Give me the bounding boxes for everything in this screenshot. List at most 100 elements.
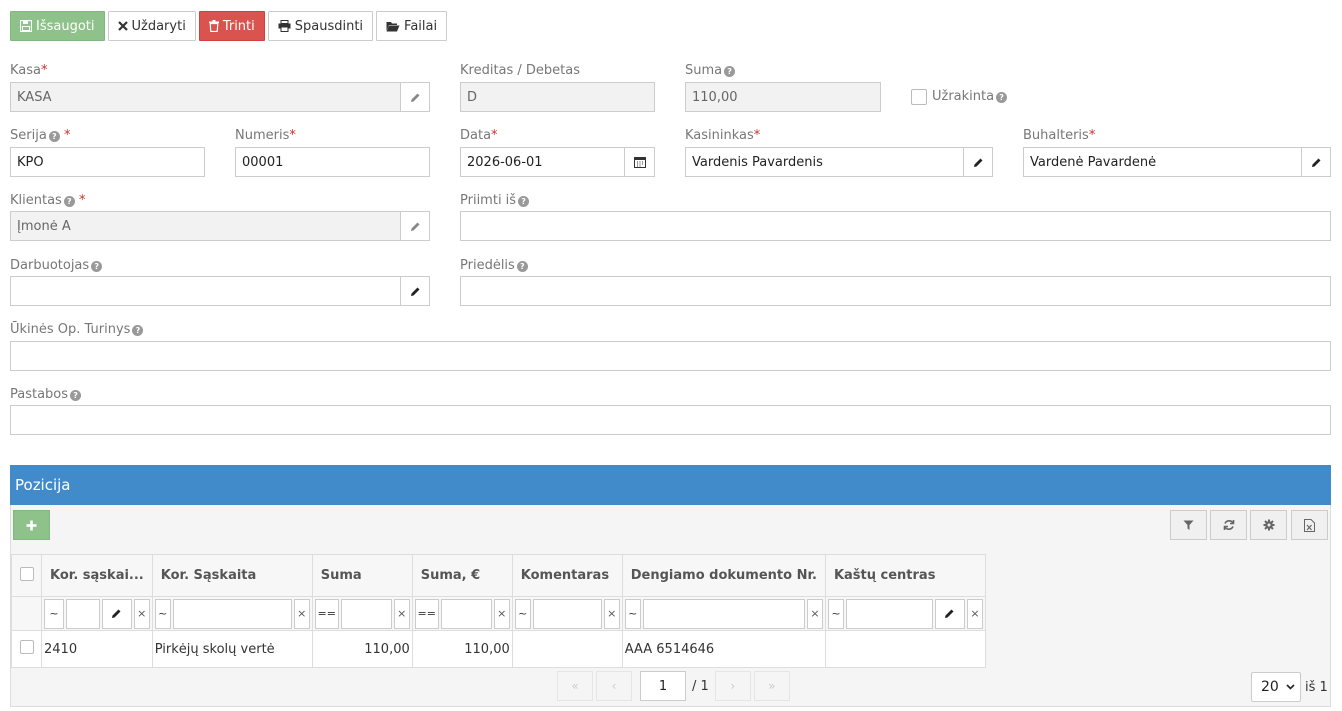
kreditas-debetas-label: Kreditas / Debetas: [460, 63, 581, 78]
col-header-kastu-centras[interactable]: Kaštų centras: [824, 554, 986, 597]
chevron-down-icon: [1286, 684, 1295, 690]
col-header-dengiamo-nr[interactable]: Dengiamo dokumento Nr.: [621, 554, 826, 597]
plus-icon: [26, 520, 37, 530]
filter-input-komentaras[interactable]: [532, 598, 602, 629]
gear-icon: [1263, 519, 1274, 531]
help-icon: ?: [518, 196, 530, 207]
numeris-label: Numeris*: [235, 128, 296, 143]
add-row-button[interactable]: [13, 510, 50, 540]
refresh-button[interactable]: [1210, 510, 1247, 540]
filter-clear-suma[interactable]: ×: [393, 598, 410, 629]
priimti-is-input[interactable]: [460, 211, 1331, 241]
buhalteris-edit-button[interactable]: [1301, 147, 1331, 177]
ukines-op-input[interactable]: [10, 341, 1331, 371]
filter-clear-kastu-centras[interactable]: ×: [966, 598, 983, 629]
buhalteris-label: Buhalteris*: [1023, 128, 1096, 143]
filter-op-suma-eur[interactable]: ==: [414, 598, 439, 629]
filter-op-kor-saskaita[interactable]: ~: [154, 598, 171, 629]
klientas-input[interactable]: Įmonė A: [10, 211, 401, 241]
cell-kastu-centras: [824, 630, 986, 668]
page-number-input[interactable]: 1: [640, 671, 686, 701]
filter-edit-button[interactable]: [934, 598, 965, 629]
cell-suma-eur: 110,00: [411, 630, 513, 668]
klientas-edit-button[interactable]: [400, 211, 430, 241]
filter-input-kor-sask[interactable]: [66, 598, 100, 629]
pastabos-input[interactable]: [10, 405, 1331, 435]
files-button[interactable]: Failai: [376, 11, 448, 41]
filter-input-kor-saskaita[interactable]: [172, 598, 292, 629]
prev-page-button[interactable]: ‹: [596, 671, 632, 701]
filter-button[interactable]: [1170, 510, 1207, 540]
close-icon: [117, 21, 128, 31]
calendar-button[interactable]: [624, 147, 655, 177]
filter-op-kor-sask[interactable]: ~: [44, 598, 64, 629]
col-header-kor-saskaita[interactable]: Kor. Sąskaita: [151, 554, 313, 597]
filter-input-suma-eur[interactable]: [440, 598, 492, 629]
numeris-input[interactable]: 00001: [235, 147, 430, 177]
help-icon: ?: [48, 131, 60, 142]
col-header-suma-eur[interactable]: Suma, €: [411, 554, 513, 597]
last-page-button[interactable]: »: [753, 671, 790, 701]
table-row[interactable]: 2410 Pirkėjų skolų vertė 110,00 110,00 A…: [11, 630, 986, 668]
kasa-edit-button[interactable]: [400, 82, 430, 112]
filter-edit-button[interactable]: [101, 598, 132, 629]
settings-button[interactable]: [1250, 510, 1287, 540]
kreditas-debetas-input[interactable]: D: [460, 82, 655, 112]
kasa-input[interactable]: KASA: [10, 82, 401, 112]
files-button-label: Failai: [404, 18, 438, 34]
filter-clear-kor-saskaita[interactable]: ×: [293, 598, 310, 629]
select-all-checkbox[interactable]: [19, 566, 34, 581]
uzrakinta-checkbox[interactable]: [911, 89, 927, 105]
help-icon: ?: [724, 66, 736, 77]
filter-icon: [1183, 520, 1194, 530]
grid-header-row: Kor. sąskai... Kor. Sąskaita Suma Suma, …: [11, 554, 986, 597]
filter-input-kastu-centras[interactable]: [845, 598, 933, 629]
filter-input-suma[interactable]: [340, 598, 392, 629]
col-header-komentaras[interactable]: Komentaras: [511, 554, 623, 597]
priedelis-input[interactable]: [460, 276, 1331, 306]
next-page-button[interactable]: ›: [714, 671, 751, 701]
darbuotojas-input[interactable]: [10, 276, 401, 306]
toolbar: Išsaugoti Uždaryti Trinti Spausdinti Fai…: [10, 11, 448, 41]
data-input[interactable]: 2026-06-01: [460, 147, 625, 177]
filter-op-komentaras[interactable]: ~: [514, 598, 531, 629]
panel-header: Pozicija: [10, 465, 1331, 505]
kasininkas-edit-button[interactable]: [963, 147, 993, 177]
export-excel-button[interactable]: [1291, 510, 1328, 540]
priimti-is-label: Priimti iš?: [460, 193, 530, 209]
first-page-button[interactable]: «: [557, 671, 593, 701]
filter-op-kastu-centras[interactable]: ~: [827, 598, 844, 629]
filter-clear-suma-eur[interactable]: ×: [493, 598, 510, 629]
row-checkbox[interactable]: [19, 640, 34, 654]
row-select-cell: [11, 630, 42, 668]
col-header-kor-sask[interactable]: Kor. sąskai...: [41, 554, 153, 597]
filter-clear-kor-sask[interactable]: ×: [133, 598, 150, 629]
suma-input[interactable]: 110,00: [685, 82, 881, 112]
filter-clear-komentaras[interactable]: ×: [603, 598, 620, 629]
panel-title: Pozicija: [15, 476, 71, 494]
delete-button[interactable]: Trinti: [198, 11, 265, 41]
filter-clear-dengiamo-nr[interactable]: ×: [806, 598, 823, 629]
calendar-icon: [633, 157, 646, 168]
col-header-suma[interactable]: Suma: [311, 554, 413, 597]
filter-op-dengiamo-nr[interactable]: ~: [624, 598, 641, 629]
close-button-label: Uždaryti: [131, 18, 186, 34]
help-icon: ?: [132, 325, 144, 336]
kasininkas-input[interactable]: Vardenis Pavardenis: [685, 147, 964, 177]
filter-input-dengiamo-nr[interactable]: [642, 598, 805, 629]
save-button[interactable]: Išsaugoti: [10, 11, 105, 41]
filter-op-suma[interactable]: ==: [314, 598, 339, 629]
grid-filter-row: ~ × ~ × == × == × ~ × ~ × ~ ×: [11, 596, 986, 631]
buhalteris-input[interactable]: Vardenė Pavardenė: [1023, 147, 1302, 177]
cell-dengiamo-nr: AAA 6514646: [621, 630, 826, 668]
close-button[interactable]: Uždaryti: [107, 11, 196, 41]
data-label: Data*: [460, 128, 498, 143]
darbuotojas-edit-button[interactable]: [400, 276, 430, 306]
refresh-icon: [1223, 520, 1234, 530]
print-button[interactable]: Spausdinti: [267, 11, 374, 41]
serija-input[interactable]: KPO: [10, 147, 205, 177]
kasa-label: Kasa*: [10, 63, 48, 78]
pencil-icon: [410, 287, 419, 296]
page-size-select[interactable]: 20: [1251, 672, 1301, 702]
serija-label: Serija? *: [10, 128, 71, 143]
